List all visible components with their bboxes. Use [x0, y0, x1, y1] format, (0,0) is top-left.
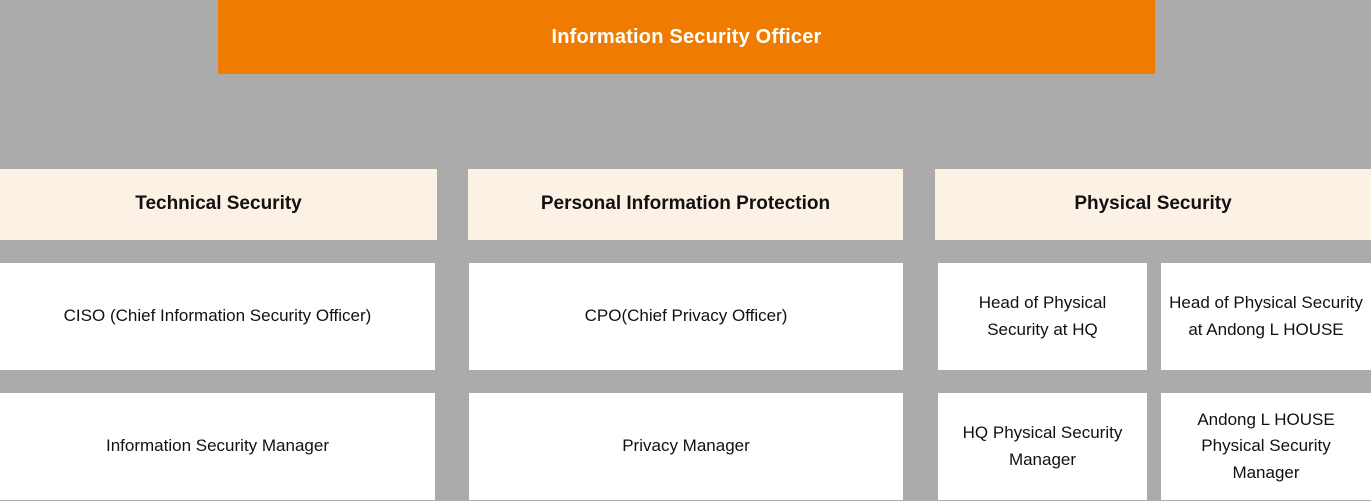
root-node-label: Information Security Officer	[551, 26, 822, 48]
node-label: HQ Physical Security Manager	[962, 423, 1123, 469]
node-head-of-physical-security-hq: Head of Physical Security at HQ	[938, 263, 1147, 370]
group-header-label: Technical Security	[135, 193, 302, 215]
node-label: CPO(Chief Privacy Officer)	[584, 306, 788, 326]
group-header-personal-information-protection: Personal Information Protection	[468, 169, 903, 240]
node-label: Andong L HOUSE Physical Security Manager	[1197, 409, 1335, 482]
node-head-of-physical-security-andong: Head of Physical Security at Andong L HO…	[1161, 263, 1371, 370]
node-ciso: CISO (Chief Information Security Officer…	[0, 263, 435, 370]
group-header-physical-security: Physical Security	[935, 169, 1371, 240]
root-node-information-security-officer: Information Security Officer	[218, 0, 1155, 74]
group-header-label: Personal Information Protection	[540, 193, 831, 215]
node-label: Head of Physical Security at HQ	[978, 293, 1107, 339]
group-header-technical-security: Technical Security	[0, 169, 437, 240]
org-chart: Information Security Officer Technical S…	[0, 0, 1371, 501]
node-andong-physical-security-manager: Andong L HOUSE Physical Security Manager	[1161, 393, 1371, 500]
node-label: CISO (Chief Information Security Officer…	[63, 306, 372, 326]
node-information-security-manager: Information Security Manager	[0, 393, 435, 500]
node-label: Head of Physical Security at Andong L HO…	[1169, 293, 1363, 339]
node-hq-physical-security-manager: HQ Physical Security Manager	[938, 393, 1147, 500]
node-cpo: CPO(Chief Privacy Officer)	[469, 263, 903, 370]
group-header-label: Physical Security	[1074, 193, 1232, 215]
node-label: Privacy Manager	[622, 436, 750, 456]
node-label: Information Security Manager	[106, 436, 329, 456]
node-privacy-manager: Privacy Manager	[469, 393, 903, 500]
